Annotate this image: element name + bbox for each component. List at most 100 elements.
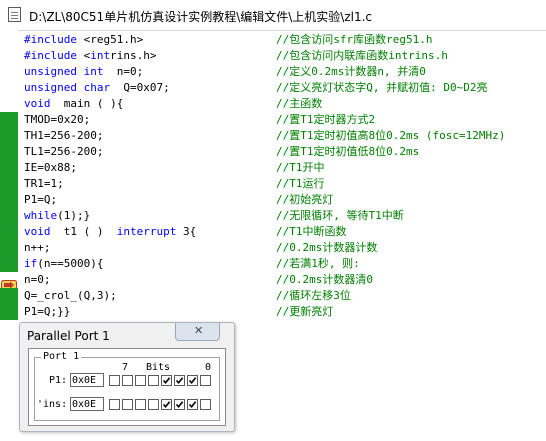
code-comment: //0.2ms计数器清0 bbox=[276, 273, 373, 286]
code-comment: //T1运行 bbox=[276, 177, 325, 190]
port-group: Port 1 7 Bits 0 P1: 0x0E 'ins: 0x0E bbox=[34, 351, 220, 421]
code-text: unsigned int n=0; bbox=[24, 65, 144, 78]
bits-header-low: 0 bbox=[205, 362, 212, 373]
window-title-bar: D:\ZL\80C51单片机仿真设计实例教程\编辑文件\上机实验\zl1.c bbox=[0, 0, 546, 31]
close-icon[interactable]: ✕ bbox=[194, 324, 203, 337]
code-text: TMOD=0x20; bbox=[24, 113, 91, 126]
code-line[interactable]: void main ( ){ //主函数 bbox=[24, 96, 546, 112]
execution-marker bbox=[0, 112, 18, 128]
code-text: void t1 ( ) interrupt 3{ bbox=[24, 225, 197, 238]
code-line[interactable]: while(1);} //无限循环, 等待T1中断 bbox=[24, 208, 546, 224]
register-bit-1-checkbox[interactable] bbox=[187, 375, 198, 386]
code-comment: //置T1定时器方式2 bbox=[276, 113, 376, 126]
parallel-port-window[interactable]: Parallel Port 1 ✕ Port 1 7 Bits 0 P1: 0x… bbox=[19, 322, 235, 432]
register-bit-5-checkbox[interactable] bbox=[135, 375, 146, 386]
pins-value-field[interactable]: 0x0E bbox=[70, 397, 104, 411]
execution-marker bbox=[0, 256, 18, 272]
code-comment: //若满1秒, 则: bbox=[276, 257, 360, 270]
code-line[interactable]: void t1 ( ) interrupt 3{ //T1中断函数 bbox=[24, 224, 546, 240]
pin-bit-4-checkbox[interactable] bbox=[148, 399, 159, 410]
code-text: TH1=256-200; bbox=[24, 129, 104, 142]
register-label: P1: bbox=[49, 375, 68, 386]
code-comment: //T1开中 bbox=[276, 161, 325, 174]
execution-marker bbox=[0, 288, 18, 304]
code-line[interactable]: TR1=1; //T1运行 bbox=[24, 176, 546, 192]
code-comment: //T1中断函数 bbox=[276, 225, 347, 238]
code-line[interactable]: #include <reg51.h> //包含访问sfr库函数reg51.h bbox=[24, 32, 546, 48]
execution-marker bbox=[0, 144, 18, 160]
code-line[interactable]: #include <intrins.h> //包含访问内联库函数intrins.h bbox=[24, 48, 546, 64]
execution-marker bbox=[0, 224, 18, 240]
register-bit-0-checkbox[interactable] bbox=[200, 375, 211, 386]
bits-header-label: Bits bbox=[146, 362, 171, 373]
parallel-port-title: Parallel Port 1 bbox=[27, 329, 110, 343]
window-title: D:\ZL\80C51单片机仿真设计实例教程\编辑文件\上机实验\zl1.c bbox=[29, 10, 373, 24]
execution-marker bbox=[0, 208, 18, 224]
code-comment: //初始亮灯 bbox=[276, 193, 334, 206]
execution-marker bbox=[0, 192, 18, 208]
code-comment: //定义亮灯状态字Q, 并赋初值: D0~D2亮 bbox=[276, 81, 488, 94]
code-text: n=0; bbox=[24, 273, 51, 286]
code-text: TL1=256-200; bbox=[24, 145, 104, 158]
code-text: n++; bbox=[24, 241, 51, 254]
pin-bit-2-checkbox[interactable] bbox=[174, 399, 185, 410]
register-value-field[interactable]: 0x0E bbox=[70, 373, 104, 387]
code-comment: //0.2ms计数器计数 bbox=[276, 241, 378, 254]
code-comment: //循环左移3位 bbox=[276, 289, 351, 302]
code-line[interactable]: if(n==5000){ //若满1秒, 则: bbox=[24, 256, 546, 272]
code-text: P1=Q;}} bbox=[24, 305, 71, 318]
port-group-label: Port 1 bbox=[41, 351, 82, 362]
code-comment: //无限循环, 等待T1中断 bbox=[276, 209, 404, 222]
execution-marker bbox=[0, 160, 18, 176]
code-line[interactable]: unsigned int n=0; //定义0.2ms计数器n, 并清0 bbox=[24, 64, 546, 80]
code-comment: //置T1定时初值高8位0.2ms (fosc=12MHz) bbox=[276, 129, 506, 142]
file-icon bbox=[8, 7, 21, 22]
code-comment: //置T1定时初值低8位0.2ms bbox=[276, 145, 420, 158]
register-bit-3-checkbox[interactable] bbox=[161, 375, 172, 386]
code-line[interactable]: n=0; //0.2ms计数器清0 bbox=[24, 272, 546, 288]
editor-gutter[interactable] bbox=[0, 30, 18, 441]
execution-marker bbox=[0, 240, 18, 256]
current-line-arrow-icon bbox=[1, 275, 17, 290]
code-text: unsigned char Q=0x07; bbox=[24, 81, 170, 94]
pin-bit-7-checkbox[interactable] bbox=[109, 399, 120, 410]
execution-marker bbox=[0, 272, 18, 290]
code-comment: //主函数 bbox=[276, 97, 323, 110]
code-comment: //定义0.2ms计数器n, 并清0 bbox=[276, 65, 426, 78]
code-line[interactable]: unsigned char Q=0x07; //定义亮灯状态字Q, 并赋初值: D… bbox=[24, 80, 546, 96]
code-line[interactable]: TL1=256-200; //置T1定时初值低8位0.2ms bbox=[24, 144, 546, 160]
close-button[interactable]: ✕ bbox=[175, 323, 220, 341]
pin-bit-6-checkbox[interactable] bbox=[122, 399, 133, 410]
code-text: TR1=1; bbox=[24, 177, 64, 190]
execution-marker bbox=[0, 176, 18, 192]
code-comment: //包含访问sfr库函数reg51.h bbox=[276, 33, 433, 46]
pins-label: 'ins: bbox=[37, 399, 68, 410]
register-bit-4-checkbox[interactable] bbox=[148, 375, 159, 386]
execution-marker bbox=[0, 128, 18, 144]
code-line[interactable]: IE=0x88; //T1开中 bbox=[24, 160, 546, 176]
code-text: IE=0x88; bbox=[24, 161, 77, 174]
code-text: #include <reg51.h> bbox=[24, 33, 144, 46]
register-bit-6-checkbox[interactable] bbox=[122, 375, 133, 386]
code-text: Q=_crol_(Q,3); bbox=[24, 289, 117, 302]
code-text: #include <intrins.h> bbox=[24, 49, 157, 62]
code-line[interactable]: n++; //0.2ms计数器计数 bbox=[24, 240, 546, 256]
code-line[interactable]: P1=Q;}} //更新亮灯 bbox=[24, 304, 546, 320]
pin-bit-3-checkbox[interactable] bbox=[161, 399, 172, 410]
register-bit-2-checkbox[interactable] bbox=[174, 375, 185, 386]
code-line[interactable]: TH1=256-200; //置T1定时初值高8位0.2ms (fosc=12MH… bbox=[24, 128, 546, 144]
code-text: if(n==5000){ bbox=[24, 257, 104, 270]
pin-bit-5-checkbox[interactable] bbox=[135, 399, 146, 410]
code-line[interactable]: P1=Q; //初始亮灯 bbox=[24, 192, 546, 208]
bits-header-high: 7 bbox=[122, 362, 129, 373]
code-comment: //更新亮灯 bbox=[276, 305, 334, 318]
code-text: void main ( ){ bbox=[24, 97, 124, 110]
code-text: while(1);} bbox=[24, 209, 91, 222]
code-comment: //包含访问内联库函数intrins.h bbox=[276, 49, 448, 62]
code-text: P1=Q; bbox=[24, 193, 58, 206]
pin-bit-1-checkbox[interactable] bbox=[187, 399, 198, 410]
register-bit-7-checkbox[interactable] bbox=[109, 375, 120, 386]
code-line[interactable]: Q=_crol_(Q,3); //循环左移3位 bbox=[24, 288, 546, 304]
code-line[interactable]: TMOD=0x20; //置T1定时器方式2 bbox=[24, 112, 546, 128]
pin-bit-0-checkbox[interactable] bbox=[200, 399, 211, 410]
